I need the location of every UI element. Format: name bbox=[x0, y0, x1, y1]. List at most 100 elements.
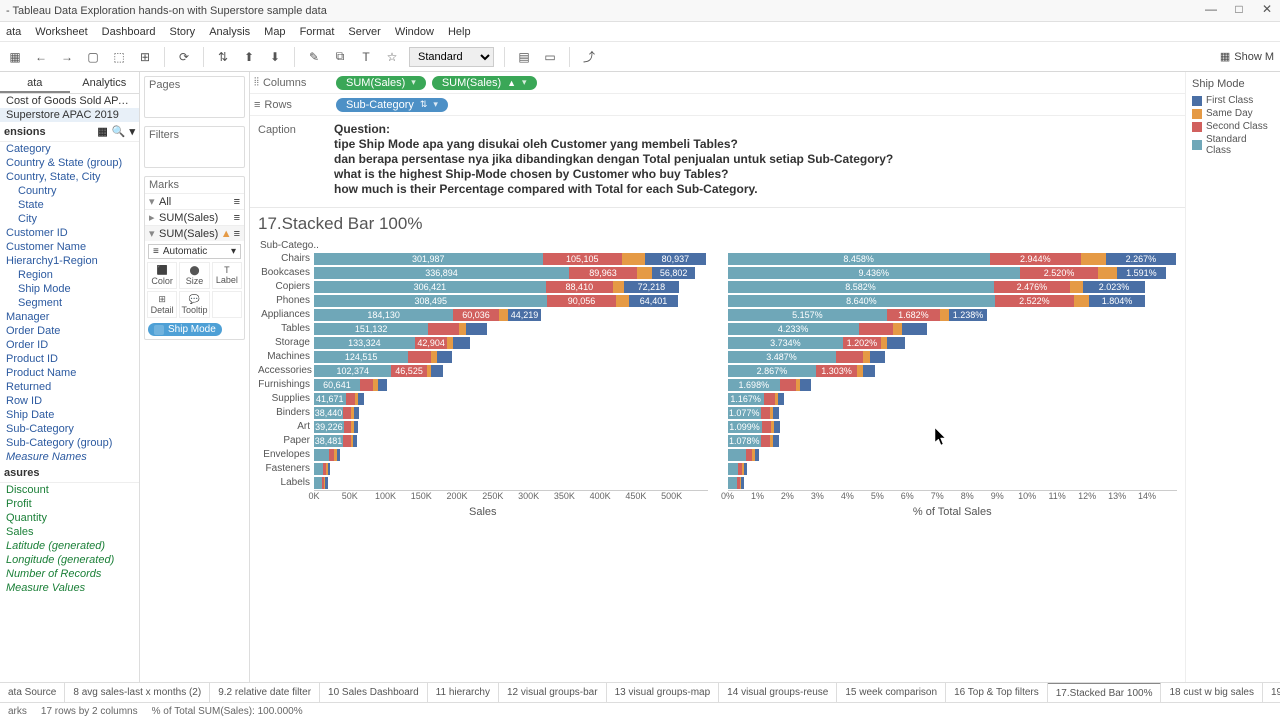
dimension-item[interactable]: Ship Date bbox=[0, 408, 139, 422]
sort-desc-icon[interactable]: ⬇ bbox=[266, 48, 284, 66]
sheet-tab[interactable]: 17.Stacked Bar 100% bbox=[1048, 682, 1162, 702]
back-icon[interactable]: ← bbox=[32, 48, 50, 66]
bar-row[interactable]: 306,42188,41072,218 bbox=[314, 280, 708, 294]
bar-segment[interactable]: 1.682% bbox=[887, 309, 939, 321]
dimension-item[interactable]: Country bbox=[0, 184, 139, 198]
sheet-tab[interactable]: 11 hierarchy bbox=[428, 683, 499, 702]
bar-row[interactable]: 9.436%2.520% 1.591% bbox=[728, 266, 1178, 280]
bar-segment[interactable]: 124,515 bbox=[314, 351, 408, 363]
bar-segment[interactable] bbox=[728, 449, 747, 461]
bar-segment[interactable]: 306,421 bbox=[314, 281, 546, 293]
sheet-tab[interactable]: 19 country sales by dates bbox=[1263, 683, 1280, 702]
bar-segment[interactable] bbox=[466, 323, 487, 335]
bar-row[interactable]: 133,32442,904 bbox=[314, 336, 708, 350]
bar-segment[interactable]: 38,481 bbox=[314, 435, 343, 447]
dimension-item[interactable]: Product Name bbox=[0, 366, 139, 380]
menu-help[interactable]: Help bbox=[448, 26, 471, 38]
dimension-item[interactable]: Customer ID bbox=[0, 226, 139, 240]
cards-icon[interactable]: ▤ bbox=[515, 48, 533, 66]
menu-map[interactable]: Map bbox=[264, 26, 285, 38]
menu-ata[interactable]: ata bbox=[6, 26, 21, 38]
bar-row[interactable]: 60,641 bbox=[314, 378, 708, 392]
maximize-icon[interactable]: □ bbox=[1232, 2, 1246, 16]
dimension-item[interactable]: Segment bbox=[0, 296, 139, 310]
bar-segment[interactable]: 72,218 bbox=[624, 281, 679, 293]
bar-segment[interactable]: 89,963 bbox=[569, 267, 637, 279]
marks-all[interactable]: ▾All≡ bbox=[145, 193, 244, 209]
swap-icon[interactable]: ⇅ bbox=[214, 48, 232, 66]
bar-segment[interactable]: 60,036 bbox=[453, 309, 498, 321]
bar-segment[interactable] bbox=[354, 421, 359, 433]
bar-segment[interactable]: 1.698% bbox=[728, 379, 781, 391]
dimension-item[interactable]: Order ID bbox=[0, 338, 139, 352]
legend-item[interactable]: Second Class bbox=[1192, 120, 1274, 133]
bar-segment[interactable] bbox=[378, 379, 387, 391]
bar-segment[interactable]: 8.582% bbox=[728, 281, 994, 293]
bar-segment[interactable]: 39,226 bbox=[314, 421, 344, 433]
sheet-tab[interactable]: 15 week comparison bbox=[837, 683, 946, 702]
bar-segment[interactable] bbox=[940, 309, 949, 321]
bar-segment[interactable] bbox=[499, 309, 508, 321]
marks-sum1[interactable]: ▸SUM(Sales)≡ bbox=[145, 209, 244, 225]
viz-title[interactable]: 17.Stacked Bar 100% bbox=[258, 212, 1177, 240]
bar-row[interactable]: 4.233% bbox=[728, 322, 1178, 336]
minimize-icon[interactable]: — bbox=[1204, 2, 1218, 16]
bar-segment[interactable]: 2.520% bbox=[1020, 267, 1098, 279]
fit-select[interactable]: Standard bbox=[409, 47, 494, 67]
measure-item[interactable]: Quantity bbox=[0, 511, 139, 525]
bar-segment[interactable] bbox=[773, 435, 779, 447]
dimension-item[interactable]: Measure Names bbox=[0, 450, 139, 464]
bar-segment[interactable]: 1.591% bbox=[1117, 267, 1166, 279]
menu-window[interactable]: Window bbox=[395, 26, 434, 38]
view-icon[interactable]: ▦ bbox=[97, 125, 107, 138]
bar-segment[interactable]: 3.487% bbox=[728, 351, 836, 363]
bar-segment[interactable]: 133,324 bbox=[314, 337, 415, 349]
sheet-tab[interactable]: 18 cust w big sales bbox=[1161, 683, 1263, 702]
bar-row[interactable]: 336,89489,96356,802 bbox=[314, 266, 708, 280]
dimension-item[interactable]: Sub-Category bbox=[0, 422, 139, 436]
bar-segment[interactable] bbox=[762, 421, 771, 433]
bar-segment[interactable]: 9.436% bbox=[728, 267, 1021, 279]
filters-shelf[interactable]: Filters bbox=[145, 127, 244, 143]
bar-segment[interactable]: 60,641 bbox=[314, 379, 360, 391]
bar-segment[interactable]: 8.640% bbox=[728, 295, 996, 307]
sheet-tab[interactable]: 9.2 relative date filter bbox=[210, 683, 320, 702]
menu-format[interactable]: Format bbox=[300, 26, 335, 38]
bar-row[interactable]: 301,987105,10580,937 bbox=[314, 252, 708, 266]
close-icon[interactable]: ✕ bbox=[1260, 2, 1274, 16]
bar-segment[interactable]: 41,671 bbox=[314, 393, 346, 405]
pages-shelf[interactable]: Pages bbox=[145, 77, 244, 93]
bar-segment[interactable]: 1.303% bbox=[816, 365, 856, 377]
bar-segment[interactable] bbox=[893, 323, 902, 335]
menu-icon[interactable]: ▾ bbox=[129, 125, 135, 138]
measure-item[interactable]: Longitude (generated) bbox=[0, 553, 139, 567]
bar-segment[interactable]: 102,374 bbox=[314, 365, 391, 377]
dimension-item[interactable]: Returned bbox=[0, 380, 139, 394]
bar-row[interactable]: 124,515 bbox=[314, 350, 708, 364]
dimension-item[interactable]: Order Date bbox=[0, 324, 139, 338]
measure-item[interactable]: Sales bbox=[0, 525, 139, 539]
dimension-item[interactable]: Region bbox=[0, 268, 139, 282]
datasource-item[interactable]: Cost of Goods Sold APAC 2019 bbox=[0, 94, 139, 108]
highlight-icon[interactable]: ✎ bbox=[305, 48, 323, 66]
bar-segment[interactable] bbox=[870, 351, 886, 363]
measure-item[interactable]: Profit bbox=[0, 497, 139, 511]
bar-row[interactable]: 41,671 bbox=[314, 392, 708, 406]
present-icon[interactable]: ▭ bbox=[541, 48, 559, 66]
bar-segment[interactable]: 301,987 bbox=[314, 253, 543, 265]
chart-percent[interactable]: 8.458%2.944%2.267%9.436%2.520%1.591%8.58… bbox=[728, 252, 1178, 518]
color-pill-shipmode[interactable]: Ship Mode bbox=[148, 323, 222, 336]
bar-segment[interactable]: 308,495 bbox=[314, 295, 547, 307]
bar-row[interactable]: 8.582%2.476%2.023% bbox=[728, 280, 1178, 294]
bar-segment[interactable]: 2.944% bbox=[990, 253, 1081, 265]
bar-row[interactable]: 184,13060,03644,219 bbox=[314, 308, 708, 322]
bar-segment[interactable]: 2.867% bbox=[728, 365, 817, 377]
dimension-item[interactable]: Country & State (group) bbox=[0, 156, 139, 170]
bar-segment[interactable] bbox=[408, 351, 431, 363]
bar-segment[interactable]: 2.267% bbox=[1106, 253, 1176, 265]
dimension-item[interactable]: Sub-Category (group) bbox=[0, 436, 139, 450]
bar-segment[interactable] bbox=[774, 421, 780, 433]
bar-segment[interactable] bbox=[902, 323, 927, 335]
bar-segment[interactable]: 46,525 bbox=[391, 365, 426, 377]
new-datasource-icon[interactable]: ⬚ bbox=[110, 48, 128, 66]
